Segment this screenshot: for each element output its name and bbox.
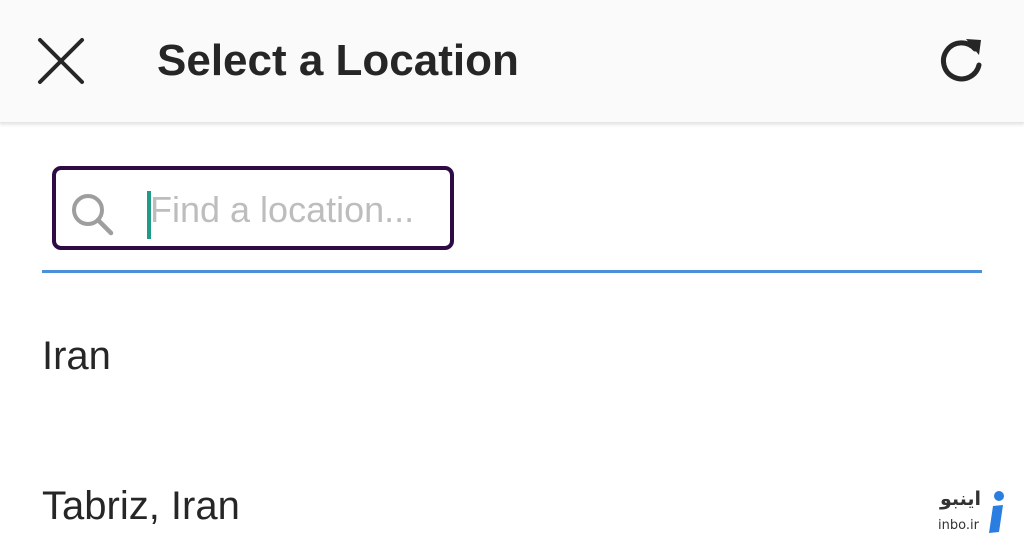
search-icon <box>72 194 114 236</box>
page-title: Select a Location <box>157 36 519 85</box>
location-picker-screen: Select a Location Iran Tabriz, Iran اینب… <box>0 0 1024 546</box>
watermark-site: inbo.ir <box>938 518 979 533</box>
list-item[interactable]: Tabriz, Iran <box>42 484 240 529</box>
header-bar: Select a Location <box>0 0 1024 123</box>
close-icon <box>38 38 84 84</box>
watermark-persian-text: اینبو <box>940 488 982 510</box>
inbo-logo-icon <box>989 491 1004 533</box>
close-button[interactable] <box>28 28 94 94</box>
search-field[interactable] <box>52 166 454 250</box>
refresh-button[interactable] <box>928 28 994 94</box>
refresh-icon <box>941 39 982 82</box>
list-item[interactable]: Iran <box>42 334 111 379</box>
search-underline <box>42 270 982 273</box>
watermark: اینبو inbo.ir <box>930 488 1010 538</box>
search-input[interactable] <box>150 180 440 240</box>
